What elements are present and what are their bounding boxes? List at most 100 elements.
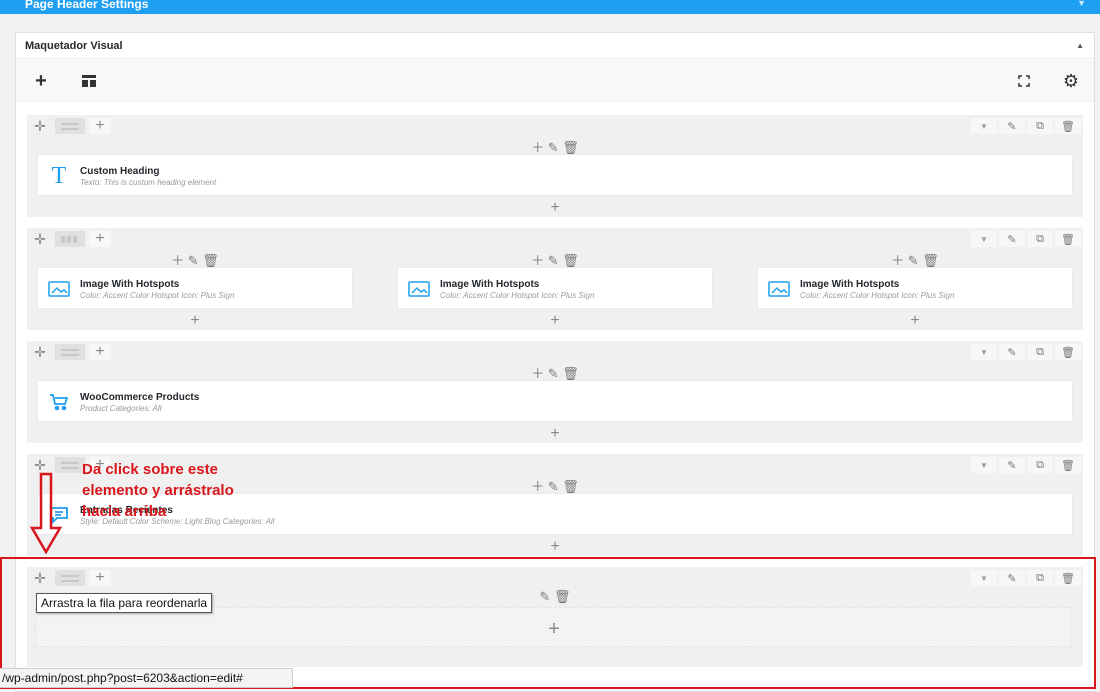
layout-templates-button[interactable]	[76, 68, 102, 94]
row-drag-tooltip: Arrastra la fila para reordenarla	[36, 593, 213, 613]
cart-icon	[47, 390, 71, 414]
element-description: Color: Accent Color Hotspot Icon: Plus S…	[800, 291, 955, 300]
row-edit-button[interactable]: ✎	[999, 457, 1025, 473]
add-element-bottom-button[interactable]: +	[27, 425, 1083, 443]
row-column-2: ＋ ✎ 🗑 Image With Hotspots Color: Accent …	[387, 250, 723, 330]
add-element-button[interactable]: +	[28, 68, 54, 94]
row-column: ＋ ✎ 🗑 WooCommerce Products Product Categ…	[27, 363, 1083, 443]
row-edit-button[interactable]: ✎	[999, 118, 1025, 134]
custom-heading-element[interactable]: T Custom Heading Texto: This is custom h…	[37, 154, 1073, 196]
plus-icon: +	[95, 230, 105, 247]
builder-row-2: ✛ + ▼ ✎ ⧉ 🗑 ＋ ✎ 🗑 Image With Hotspots Co…	[27, 228, 1083, 330]
row-toggle-button[interactable]: ▼	[971, 457, 997, 473]
image-hotspots-element[interactable]: Image With Hotspots Color: Accent Color …	[757, 267, 1073, 309]
copy-icon: ⧉	[1036, 232, 1044, 245]
browser-status-url: /wp-admin/post.php?post=6203&action=edit…	[0, 668, 293, 688]
move-icon: ✛	[34, 117, 46, 134]
trash-icon: 🗑	[1061, 120, 1075, 133]
row-column: ＋ ✎ 🗑 T Custom Heading Texto: This is cu…	[27, 137, 1083, 217]
row-edit-button[interactable]: ✎	[999, 344, 1025, 360]
text-icon: T	[51, 162, 67, 189]
annotation-line-3: hacia arriba	[82, 503, 167, 520]
copy-icon: ⧉	[1036, 119, 1044, 132]
add-element-bottom-button[interactable]: +	[747, 312, 1083, 330]
add-column-button[interactable]: +	[89, 343, 111, 360]
row-delete-button[interactable]: 🗑	[1055, 344, 1081, 360]
chevron-down-icon: ▼	[980, 234, 988, 244]
trash-icon: 🗑	[1061, 233, 1075, 246]
row-move-handle[interactable]: ✛	[31, 118, 49, 134]
plus-icon: +	[95, 343, 105, 360]
row-controls: ✛ + ▼ ✎ ⧉ 🗑	[27, 341, 1083, 363]
row-move-handle[interactable]: ✛	[31, 231, 49, 247]
row-clone-button[interactable]: ⧉	[1027, 118, 1053, 134]
element-name: Image With Hotspots	[80, 279, 180, 290]
row-toggle-button[interactable]: ▼	[971, 231, 997, 247]
chevron-down-icon: ▼	[980, 347, 988, 357]
move-icon: ✛	[34, 456, 46, 473]
pencil-icon: ✎	[1007, 346, 1017, 359]
image-hotspots-element[interactable]: Image With Hotspots Color: Accent Color …	[37, 267, 353, 309]
row-layout-icon	[61, 122, 79, 130]
row-clone-button[interactable]: ⧉	[1027, 344, 1053, 360]
row-layout-icon	[61, 235, 79, 243]
move-icon: ✛	[34, 343, 46, 360]
add-column-button[interactable]: +	[89, 230, 111, 247]
plus-icon: +	[95, 117, 105, 134]
copy-icon: ⧉	[1036, 345, 1044, 358]
add-column-button[interactable]: +	[89, 117, 111, 134]
pencil-icon: ✎	[1007, 459, 1017, 472]
row-toggle-button[interactable]: ▼	[971, 118, 997, 134]
row-edit-button[interactable]: ✎	[999, 231, 1025, 247]
element-description: Color: Accent Color Hotspot Icon: Plus S…	[440, 291, 595, 300]
element-name: Custom Heading	[80, 166, 160, 177]
element-description: Product Categories: All	[80, 404, 162, 413]
row-layout-icon	[61, 461, 79, 469]
panel-title: Maquetador Visual	[25, 40, 123, 52]
builder-toolbar: + ⚙	[16, 60, 1094, 102]
row-delete-button[interactable]: 🗑	[1055, 118, 1081, 134]
row-delete-button[interactable]: 🗑	[1055, 457, 1081, 473]
row-layout-button[interactable]	[55, 457, 85, 473]
row-move-handle[interactable]: ✛	[31, 344, 49, 360]
row-clone-button[interactable]: ⧉	[1027, 457, 1053, 473]
annotation-arrow-icon	[30, 472, 62, 554]
row-controls: ✛ + ▼ ✎ ⧉ 🗑	[27, 228, 1083, 250]
add-element-bottom-button[interactable]: +	[27, 199, 1083, 217]
row-toggle-button[interactable]: ▼	[971, 344, 997, 360]
row-layout-button[interactable]	[55, 344, 85, 360]
annotation-line-2: elemento y arrástralo	[82, 482, 234, 499]
row-layout-button[interactable]	[55, 118, 85, 134]
annotation-line-1: Da click sobre este	[82, 461, 218, 478]
row-move-handle[interactable]: ✛	[31, 457, 49, 473]
copy-icon: ⧉	[1036, 458, 1044, 471]
builder-row-3: ✛ + ▼ ✎ ⧉ 🗑 ＋ ✎ 🗑 WooCommerce Products P…	[27, 341, 1083, 443]
image-icon	[47, 277, 71, 301]
element-description: Color: Accent Color Hotspot Icon: Plus S…	[80, 291, 235, 300]
page-header-settings-title: Page Header Settings	[25, 0, 149, 11]
trash-icon: 🗑	[1061, 459, 1075, 472]
collapse-triangle-icon[interactable]: ▲	[1076, 41, 1084, 50]
add-element-bottom-button[interactable]: +	[27, 538, 1083, 556]
row-delete-button[interactable]: 🗑	[1055, 231, 1081, 247]
row-layout-icon	[61, 348, 79, 356]
add-element-bottom-button[interactable]: +	[27, 312, 363, 330]
row-layout-button[interactable]	[55, 231, 85, 247]
row-controls: ✛ + ▼ ✎ ⧉ 🗑	[27, 115, 1083, 137]
row-clone-button[interactable]: ⧉	[1027, 231, 1053, 247]
plus-icon: +	[35, 69, 47, 92]
trash-icon: 🗑	[1061, 346, 1075, 359]
pencil-icon: ✎	[1007, 233, 1017, 246]
fullscreen-button[interactable]	[1011, 68, 1037, 94]
fullscreen-icon	[1018, 75, 1030, 87]
element-name: Image With Hotspots	[440, 279, 540, 290]
page-header-settings-bar[interactable]: Page Header Settings ▼	[0, 0, 1100, 14]
element-name: WooCommerce Products	[80, 392, 200, 403]
row-column-1: ＋ ✎ 🗑 Image With Hotspots Color: Accent …	[27, 250, 363, 330]
add-element-bottom-button[interactable]: +	[387, 312, 723, 330]
woocommerce-products-element[interactable]: WooCommerce Products Product Categories:…	[37, 380, 1073, 422]
settings-button[interactable]: ⚙	[1058, 68, 1084, 94]
builder-row-1: ✛ + ▼ ✎ ⧉ 🗑 ＋ ✎ 🗑 T Custom Heading Texto…	[27, 115, 1083, 217]
collapse-arrow-icon[interactable]: ▼	[1077, 0, 1086, 8]
image-hotspots-element[interactable]: Image With Hotspots Color: Accent Color …	[397, 267, 713, 309]
